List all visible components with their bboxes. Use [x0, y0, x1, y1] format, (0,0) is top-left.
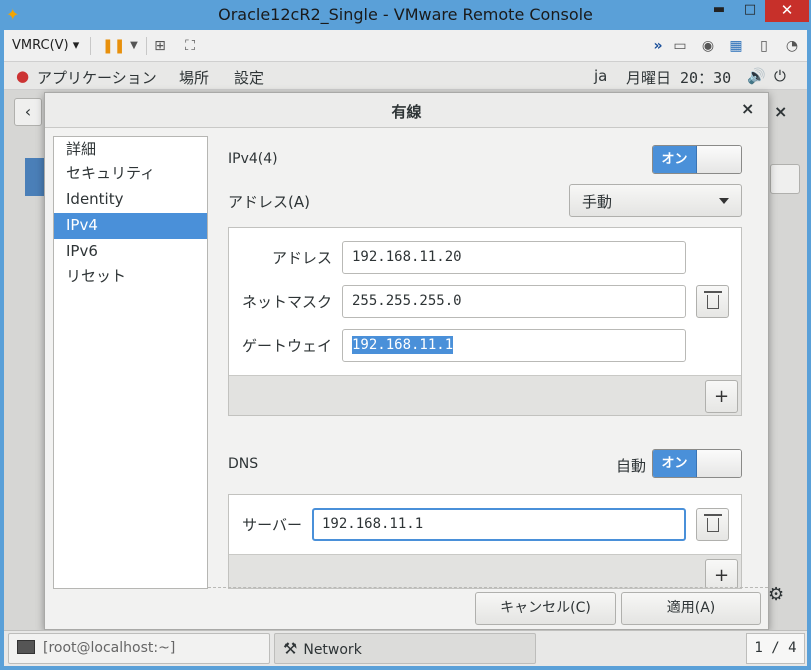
window-title: Oracle12cR2_Single - VMware Remote Conso… [218, 5, 593, 24]
address-panel-footer: + [229, 375, 741, 415]
delete-dns-button[interactable] [696, 508, 729, 541]
dns-panel-footer: + [229, 554, 741, 588]
dns-server-label: サーバー [242, 516, 302, 534]
dialog-header: 有線 × [45, 93, 768, 128]
ipv4-toggle-label: オン [653, 146, 697, 173]
dns-auto-toggle[interactable]: オン [652, 449, 742, 478]
window-titlebar: ✦ Oracle12cR2_Single - VMware Remote Con… [0, 0, 811, 30]
sidebar-item-ipv4[interactable]: IPv4 [54, 213, 207, 239]
address-input[interactable]: 192.168.11.20 [342, 241, 686, 274]
network-adapter-icon[interactable]: ▦ [726, 36, 746, 56]
gear-icon[interactable]: ⚙ [768, 584, 784, 605]
cd-drive-icon[interactable]: ◉ [698, 36, 718, 56]
dialog-close-icon[interactable]: × [741, 99, 754, 118]
delete-address-button[interactable] [696, 285, 729, 318]
chevron-down-icon[interactable]: ▼ [124, 36, 144, 56]
ipv4-toggle[interactable]: オン [652, 145, 742, 174]
applications-menu[interactable]: アプリケーション [37, 67, 157, 88]
add-address-button[interactable]: + [705, 380, 738, 413]
back-button[interactable]: ‹ [14, 98, 42, 126]
sidebar-item-reset[interactable]: リセット [54, 264, 207, 290]
hard-disk-icon[interactable]: ▭ [670, 36, 690, 56]
close-window-button[interactable]: ✕ [765, 0, 809, 22]
background-button [770, 164, 800, 194]
chevron-down-icon [719, 198, 729, 204]
redhat-logo-icon: ● [16, 67, 30, 85]
gnome-taskbar: [root@localhost:~] ⚒ Network 1 / 4 [4, 630, 807, 666]
sidebar-item-security[interactable]: セキュリティ [54, 161, 207, 187]
add-dns-button[interactable]: + [705, 559, 738, 588]
address-method-label: アドレス(A) [228, 193, 310, 211]
dns-toggle-label: オン [653, 450, 697, 477]
scroll-edge [208, 587, 768, 588]
netmask-label: ネットマスク [241, 293, 332, 311]
toolbar-separator [90, 37, 91, 55]
terminal-task-label: [root@localhost:~] [43, 640, 176, 656]
vmrc-toolbar: VMRC(V) ▾ ❚❚ ▼ ⊞ ⛶ » ▭ ◉ ▦ ▯ ◔ [4, 30, 807, 62]
address-panel: アドレス 192.168.11.20 ネットマスク 255.255.255.0 … [228, 227, 742, 416]
workspace-pager[interactable]: 1 / 4 [746, 633, 805, 664]
input-locale[interactable]: ja [594, 67, 607, 85]
tools-icon: ⚒ [283, 639, 298, 658]
toggle-knob [697, 450, 741, 477]
dns-server-input[interactable]: 192.168.11.1 [312, 508, 686, 541]
settings-menu[interactable]: 設定 [234, 67, 264, 88]
terminal-icon [17, 640, 35, 654]
netmask-input[interactable]: 255.255.255.0 [342, 285, 686, 318]
places-menu[interactable]: 場所 [179, 67, 209, 88]
fullscreen-icon[interactable]: ⛶ [180, 36, 200, 56]
dns-heading: DNS [228, 456, 259, 472]
wired-settings-dialog: 有線 × 詳細 セキュリティ Identity IPv4 IPv6 リセット I… [44, 92, 769, 630]
settings-sidebar: 詳細 セキュリティ Identity IPv4 IPv6 リセット [53, 136, 208, 589]
sidebar-item-identity[interactable]: Identity [54, 187, 207, 213]
gateway-label: ゲートウェイ [241, 337, 332, 355]
send-ctrl-alt-del-icon[interactable]: ⊞ [150, 36, 170, 56]
vmrc-menu[interactable]: VMRC(V) ▾ [12, 34, 79, 58]
dns-panel: サーバー 192.168.11.1 + [228, 494, 742, 589]
minimize-button[interactable]: ▬ [705, 0, 733, 22]
trash-icon [703, 291, 722, 309]
pause-icon[interactable]: ❚❚ [102, 36, 125, 56]
sound-device-icon[interactable]: ◔ [782, 36, 802, 56]
dns-auto-label: 自動 [616, 457, 647, 475]
gnome-top-bar: ● アプリケーション 場所 設定 ja 月曜日 20：30 🔊 ⏻ [4, 62, 807, 90]
power-icon[interactable]: ⏻ [774, 67, 786, 85]
chevron-right-icon[interactable]: » [648, 36, 668, 56]
dialog-title: 有線 [391, 103, 422, 121]
apply-button[interactable]: 適用(A) [621, 592, 761, 625]
sidebar-item-details[interactable]: 詳細 [54, 137, 207, 163]
address-label: アドレス [271, 249, 332, 267]
background-selection-strip [25, 158, 45, 196]
settings-close-icon[interactable]: × [774, 102, 787, 121]
trash-icon [703, 514, 722, 532]
sidebar-item-ipv6[interactable]: IPv6 [54, 239, 207, 265]
volume-icon[interactable]: 🔊 [747, 67, 766, 85]
address-method-dropdown[interactable]: 手動 [569, 184, 742, 217]
maximize-button[interactable]: □ [736, 0, 764, 22]
network-task-label: Network [303, 642, 362, 658]
floppy-icon[interactable]: ▯ [754, 36, 774, 56]
cancel-button[interactable]: キャンセル(C) [475, 592, 616, 625]
taskbar-terminal[interactable]: [root@localhost:~] [8, 633, 270, 664]
ipv4-heading: IPv4(4) [228, 151, 278, 167]
address-method-value: 手動 [582, 193, 613, 211]
gateway-selected-text: 192.168.11.1 [352, 336, 454, 354]
gateway-input[interactable]: 192.168.11.1 [342, 329, 686, 362]
toggle-knob [697, 146, 741, 173]
taskbar-network[interactable]: ⚒ Network [274, 633, 536, 664]
toolbar-separator [146, 37, 147, 55]
clock[interactable]: 月曜日 20：30 [626, 67, 731, 88]
